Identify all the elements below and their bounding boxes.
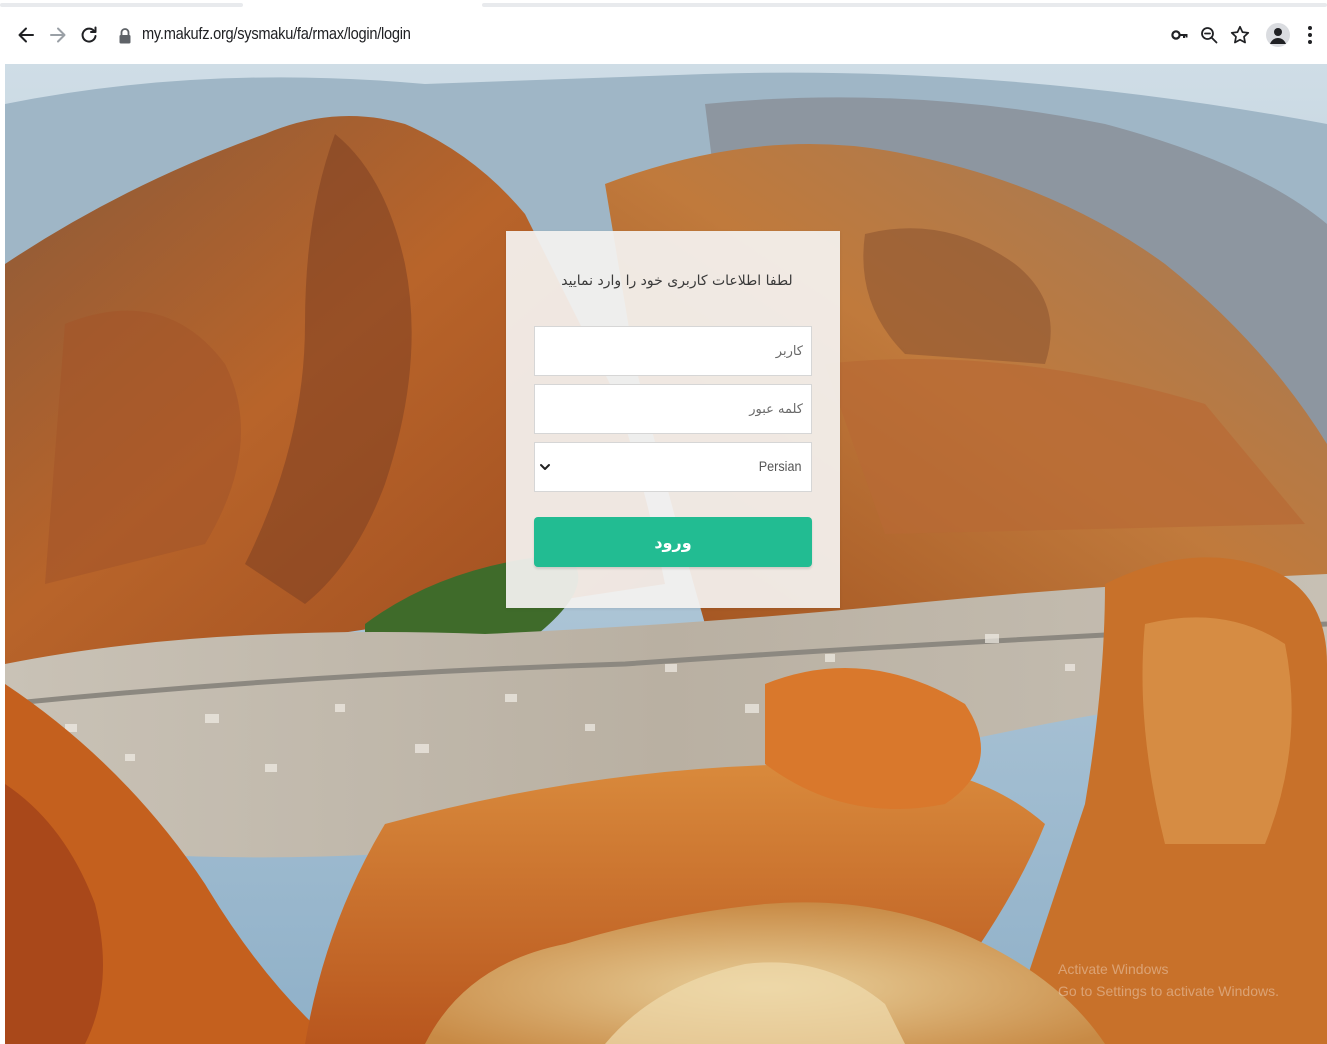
star-icon	[1230, 25, 1250, 44]
username-input[interactable]	[535, 327, 811, 375]
address-bar-url[interactable]: my.makufz.org/sysmaku/fa/rmax/login/logi…	[142, 24, 411, 44]
forward-button[interactable]	[45, 22, 71, 48]
password-field-container	[534, 384, 812, 434]
arrow-left-icon	[18, 27, 34, 43]
password-input[interactable]	[535, 385, 811, 433]
language-selected-value: Persian	[758, 458, 801, 474]
zoom-button[interactable]	[1197, 23, 1221, 47]
lock-icon[interactable]	[118, 27, 132, 45]
kebab-menu-icon	[1308, 26, 1312, 44]
watermark-line-2: Go to Settings to activate Windows.	[1058, 983, 1279, 999]
menu-button[interactable]	[1298, 23, 1322, 47]
login-page: لطفا اطلاعات کاربری خود را وارد نمایید P…	[5, 64, 1327, 1044]
login-instruction-title: لطفا اطلاعات کاربری خود را وارد نمایید	[561, 273, 793, 289]
chevron-down-icon	[540, 464, 550, 470]
language-select[interactable]: Persian	[534, 442, 812, 492]
reload-button[interactable]	[76, 22, 102, 48]
watermark-line-1: Activate Windows	[1058, 961, 1169, 977]
password-key-button[interactable]	[1168, 23, 1192, 47]
back-button[interactable]	[13, 22, 39, 48]
login-submit-button[interactable]: ورود	[534, 517, 812, 567]
key-icon	[1171, 30, 1188, 40]
bookmark-button[interactable]	[1228, 23, 1252, 47]
tab-strip	[0, 0, 1327, 8]
browser-toolbar: my.makufz.org/sysmaku/fa/rmax/login/logi…	[0, 0, 1327, 64]
profile-icon	[1266, 23, 1290, 47]
arrow-right-icon	[50, 27, 66, 43]
reload-icon	[81, 26, 97, 43]
username-field-container	[534, 326, 812, 376]
language-select-box[interactable]: Persian	[535, 443, 811, 491]
login-card: لطفا اطلاعات کاربری خود را وارد نمایید P…	[506, 231, 840, 608]
profile-button[interactable]	[1266, 23, 1290, 47]
zoom-icon	[1201, 27, 1218, 44]
activation-watermark: Activate Windows Go to Settings to activ…	[1058, 958, 1279, 1002]
